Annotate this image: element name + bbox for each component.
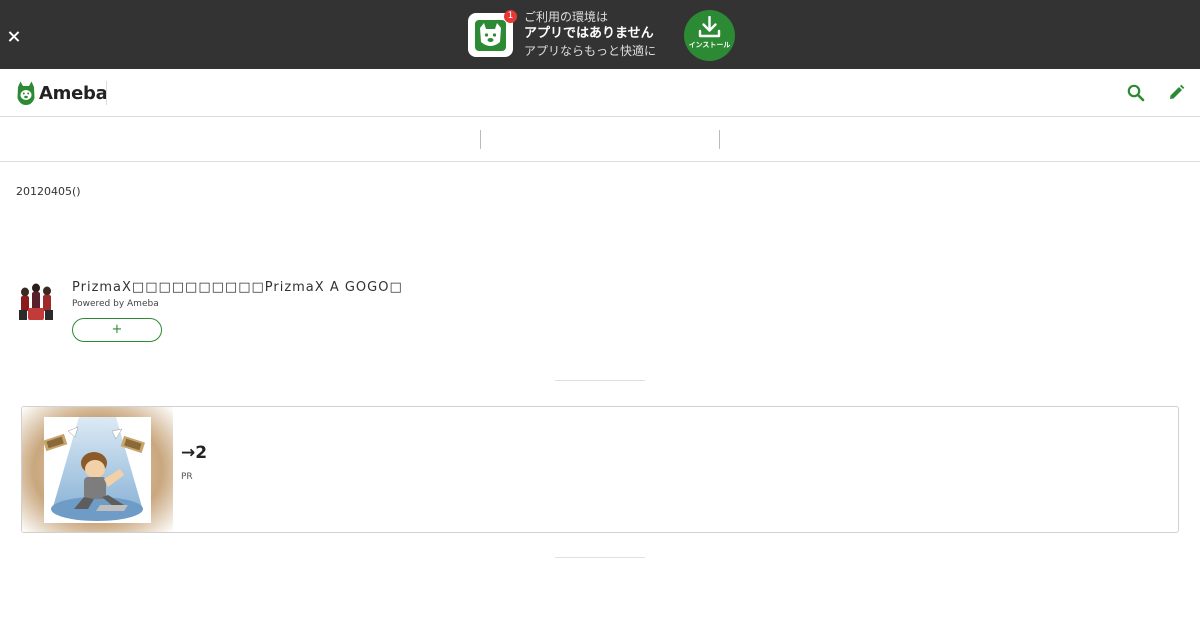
tab-entries[interactable]	[481, 117, 719, 161]
ad-image	[22, 407, 173, 532]
tab-blog-top[interactable]	[0, 117, 480, 161]
header-divider	[106, 81, 107, 105]
search-button[interactable]	[1126, 83, 1146, 103]
ad-pr-label: PR	[181, 472, 193, 482]
logo-text: Ameba	[39, 82, 108, 104]
tab-themes[interactable]	[720, 117, 1200, 161]
blog-nav	[0, 117, 1200, 162]
install-label: インストール	[688, 41, 731, 49]
banner-line-environment: ご利用の環境は	[524, 10, 609, 24]
search-icon	[1127, 84, 1145, 102]
section-divider	[555, 380, 645, 381]
close-banner-button[interactable]	[6, 29, 22, 45]
ad-title: →2	[181, 443, 208, 463]
ameba-logo[interactable]: Ameba	[16, 80, 108, 106]
site-header: Ameba	[0, 69, 1200, 117]
notification-badge: 1	[504, 10, 517, 23]
follow-button[interactable]: +	[72, 318, 162, 342]
ad-card[interactable]: →2 PR	[21, 406, 1179, 533]
section-divider	[555, 557, 645, 558]
banner-line-not-app: アプリではありません	[524, 26, 654, 41]
entry-date: 20120405()	[16, 185, 81, 198]
ameba-mascot-icon	[17, 81, 35, 105]
powered-by: Powered by Ameba	[72, 299, 159, 309]
banner-line-more-comfortable: アプリならもっと快適に	[524, 44, 657, 58]
app-install-banner: 1 ご利用の環境は アプリではありません アプリならもっと快適に インストール	[0, 0, 1200, 69]
download-icon	[698, 16, 721, 38]
install-button[interactable]: インストール	[684, 10, 735, 61]
banner-text: ご利用の環境は アプリではありません アプリならもっと快適に	[524, 9, 674, 59]
pencil-icon	[1170, 84, 1185, 99]
blog-title[interactable]: PrizmaX□□□□□□□□□□PrizmaX A GOGO□	[72, 280, 403, 295]
blog-avatar[interactable]	[16, 280, 56, 322]
write-post-button[interactable]	[1166, 83, 1186, 103]
